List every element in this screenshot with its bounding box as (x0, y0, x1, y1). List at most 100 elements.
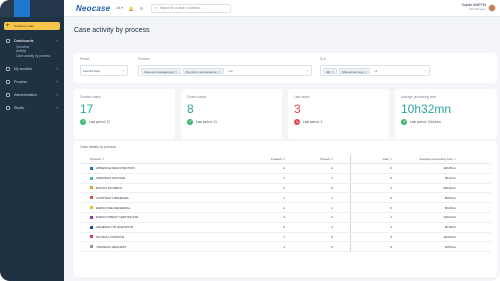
late-count: 0 (390, 234, 392, 239)
closed-count: 0 (331, 185, 333, 190)
column-divider (350, 183, 351, 193)
table-row[interactable]: ADDRESS CHANGE 1 1 0 3h12mn (80, 173, 491, 184)
main-content: Case activity by process Period Last 30 … (64, 17, 500, 281)
created-count: 2 (283, 225, 285, 230)
table-row[interactable]: EMPLOYEE REFERRAL 2 1 0 6h40mn (80, 203, 491, 213)
chevron-down-icon: ˅ (55, 66, 58, 71)
sla-chip[interactable]: Shared services✕ (338, 67, 370, 74)
process-icon (6, 79, 10, 84)
late-count: 1 (390, 185, 392, 190)
scope-selector[interactable]: All ▾ (116, 6, 122, 10)
brand-logo[interactable]: Neocase (76, 4, 110, 13)
process-name: EMPLOYEE REFERRAL (96, 205, 131, 210)
process-more-count[interactable]: +10 (228, 69, 233, 73)
bell-icon[interactable]: 🔔 (129, 6, 134, 11)
create-case-button[interactable]: + Create a case (4, 22, 60, 30)
process-chip[interactable]: Absence management✕ (141, 67, 181, 74)
table-row[interactable]: EMPLOYMENT CERTIFICATE 3 2 1 14h22mn (80, 212, 491, 223)
header-label: Late (382, 157, 389, 161)
sidebar-item-administration[interactable]: Administration ˅ (0, 90, 64, 99)
search-input[interactable]: ⚲ Search for a case, a contact... (151, 3, 232, 13)
process-color-swatch (90, 245, 93, 249)
kpi-comparison: ↘ Last period: 2 (294, 119, 322, 125)
process-name: ADDRESS CHANGE (96, 176, 126, 181)
table-body: ABSENCE REGISTRATION 4 2 0 12h45mn ADDRESS CH… (80, 164, 491, 253)
search-icon: ⚲ (155, 6, 158, 10)
created-count: 1 (283, 234, 285, 239)
sla-chip[interactable]: HR✕ (323, 67, 337, 74)
late-count: 0 (390, 244, 392, 249)
sidebar-item-label: My worklist (14, 66, 32, 71)
table-row[interactable]: TRAINING REQUEST 1 0 0 2h55mn (80, 242, 491, 253)
app-menu-button[interactable] (14, 0, 30, 17)
sidebar-subitem-case-activity[interactable]: Case activity by process (0, 54, 64, 58)
kpi-label: Closed cases (187, 95, 207, 99)
process-color-swatch (90, 215, 93, 219)
process-table-card: Case details by process Process ⇅ Created… (74, 141, 497, 277)
chevron-down-icon: ˅ (122, 68, 124, 73)
filter-bar: Period Last 30 days ˅ Process Absence ma… (74, 53, 497, 83)
late-count: 1 (390, 215, 392, 220)
create-case-label: Create a case (14, 24, 34, 28)
settings-icon[interactable]: ⚙ (140, 6, 144, 11)
topbar: Neocase All ▾ 🔔 ⚙ ⚲ Search for a case, a… (64, 0, 500, 17)
process-filter[interactable]: Absence management✕ Payroll & compensati… (138, 65, 312, 76)
kpi-comparison-text: Last period: 2 (303, 120, 323, 124)
chip-label: Shared services (341, 69, 364, 74)
header-avg-time[interactable]: Average processing time ⇅ (395, 155, 459, 163)
process-table: Process ⇅ Created ⇅ Closed ⇅ Late ⇅ Average … (80, 155, 491, 253)
header-created[interactable]: Created ⇅ (240, 155, 288, 163)
column-divider (350, 212, 351, 222)
table-row[interactable]: BONUS PAYMENT 2 0 1 26h30mn (80, 183, 491, 194)
header-late[interactable]: Late ⇅ (365, 155, 395, 163)
period-filter[interactable]: Last 30 days ˅ (80, 65, 128, 76)
kpi-label: Average processing time (401, 95, 437, 99)
column-divider (350, 203, 351, 212)
kpi-comparison: ↗ Last period: 11 (187, 119, 217, 125)
avg-time: 14h22mn (443, 215, 456, 220)
kpi-comparison-text: Last period: 11 (196, 120, 217, 124)
sidebar-collapse-area[interactable] (30, 0, 64, 17)
process-chip[interactable]: Payroll & compensation✕ (182, 67, 224, 74)
home-button[interactable] (0, 0, 14, 17)
header-label: Closed (320, 157, 330, 161)
kpi-label: Created cases (80, 95, 101, 99)
table-row[interactable]: CONTRACT RENEWAL 1 1 0 8h05mn (80, 193, 491, 204)
kpi-created: Created cases 17 ↗ Last period: 12 (74, 89, 175, 139)
process-color-swatch (90, 166, 93, 170)
close-icon[interactable]: ✕ (364, 70, 367, 74)
kpi-comparison: ↗ Last period: 12h14mn (401, 119, 441, 125)
sidebar-item-studio[interactable]: Studio ˅ (0, 103, 64, 112)
kpi-value: 8 (187, 102, 194, 116)
sort-icon: ⇅ (453, 157, 456, 161)
table-row[interactable]: GENERAL HR QUESTION 2 1 1 9h18mn (80, 222, 491, 233)
avg-time: 11h00mn (443, 234, 456, 239)
avatar[interactable] (488, 4, 496, 12)
sidebar-item-dashboards[interactable]: Dashboards ˄ (0, 36, 64, 45)
close-icon[interactable]: ✕ (331, 70, 334, 74)
column-divider (350, 155, 351, 163)
user-info[interactable]: Sophie MARTIN HR Manager (462, 3, 486, 11)
close-icon[interactable]: ✕ (175, 70, 178, 74)
process-name: CONTRACT RENEWAL (96, 195, 130, 200)
closed-count: 1 (331, 195, 333, 200)
sidebar-item-worklist[interactable]: My worklist ˅ (0, 64, 64, 73)
close-icon[interactable]: ✕ (218, 70, 221, 74)
table-row[interactable]: ABSENCE REGISTRATION 4 2 0 12h45mn (80, 164, 491, 174)
sla-filter[interactable]: HR✕ Shared services✕ +2 ˅ (320, 65, 430, 76)
process-filter-label: Process (138, 57, 150, 61)
sort-icon: ⇅ (330, 157, 333, 161)
header-process[interactable]: Process ⇅ (90, 155, 240, 163)
sidebar-item-process[interactable]: Process ˅ (0, 77, 64, 86)
sla-more-count[interactable]: +2 (374, 69, 377, 73)
column-divider (350, 193, 351, 203)
process-name: ABSENCE REGISTRATION (96, 166, 135, 171)
avg-time: 9h18mn (444, 225, 456, 230)
kpi-avg-time: Average processing time 10h32mn ↗ Last pe… (395, 89, 497, 139)
chevron-up-icon: ˄ (55, 38, 58, 43)
process-color-swatch (90, 225, 93, 229)
header-closed[interactable]: Closed ⇅ (288, 155, 336, 163)
column-divider (350, 232, 351, 242)
table-row[interactable]: PAYROLL DISPUTE 1 0 0 11h00mn (80, 232, 491, 243)
list-icon (6, 66, 10, 71)
